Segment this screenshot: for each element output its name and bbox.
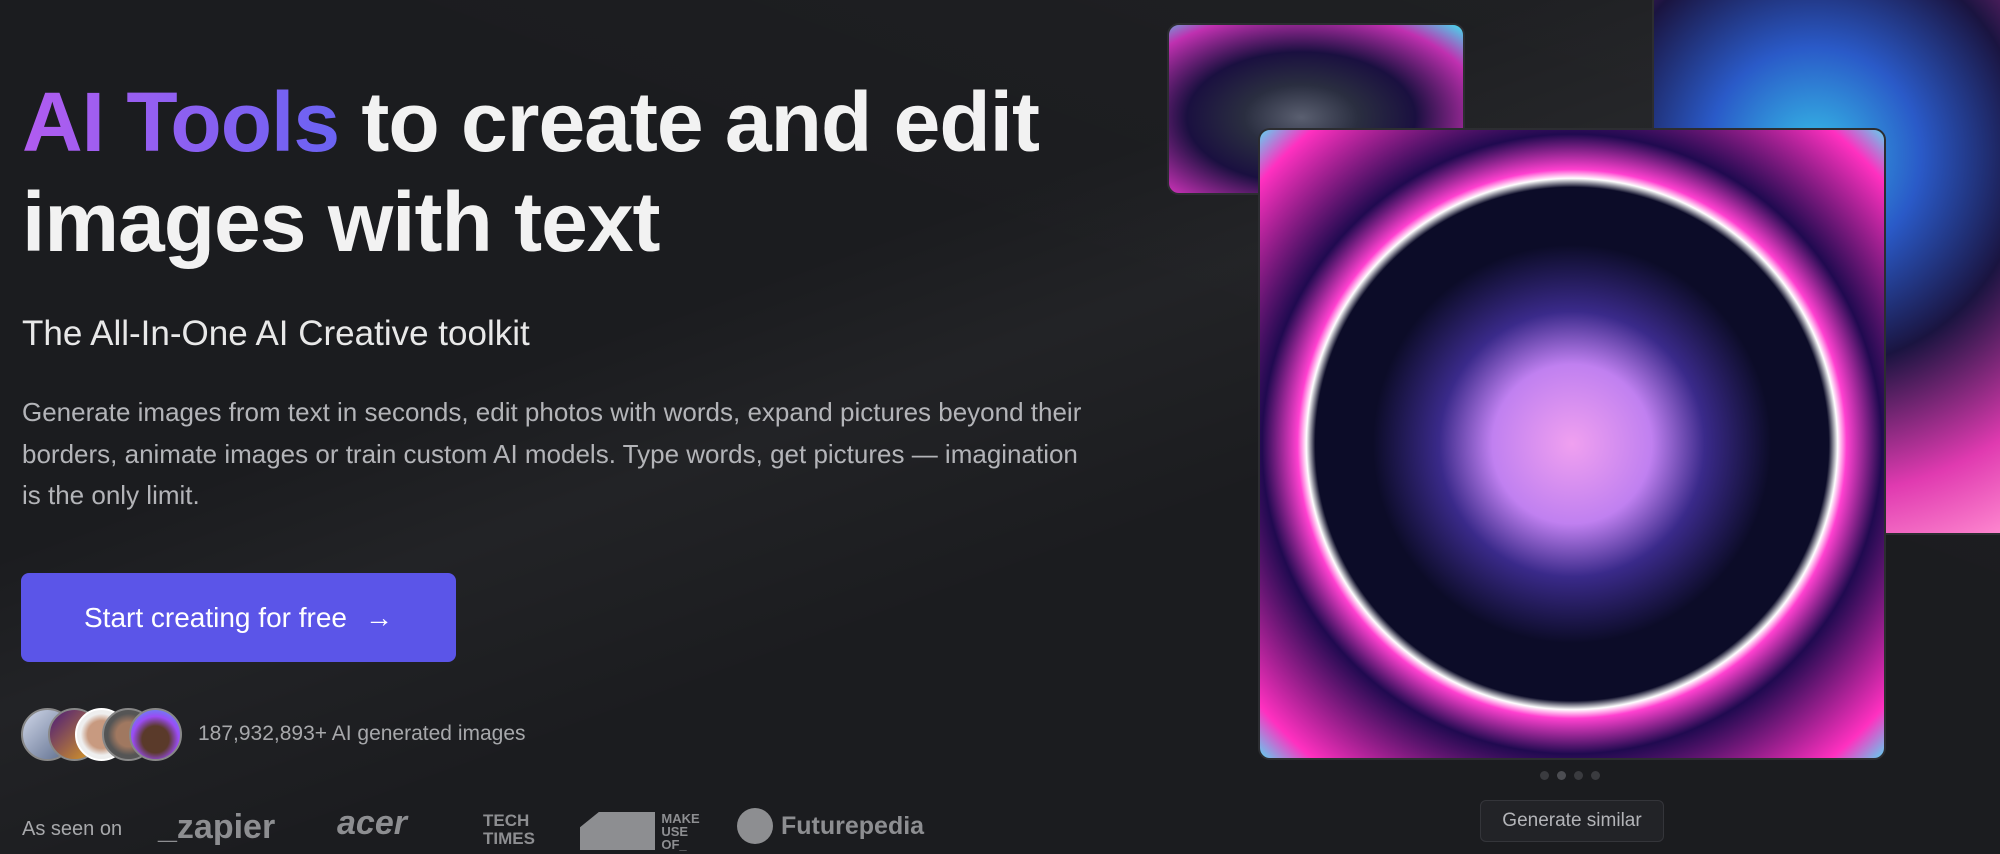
carousel-dot[interactable]	[1574, 771, 1583, 780]
futurepedia-logo: Futurepedia	[737, 808, 924, 844]
avatar-group	[21, 708, 182, 761]
carousel-dot[interactable]	[1591, 771, 1600, 780]
title-accent: AI Tools	[22, 75, 340, 169]
carousel-dot-active[interactable]	[1557, 771, 1566, 780]
futurepedia-icon	[737, 808, 773, 844]
generate-similar-button[interactable]: Generate similar	[1480, 800, 1664, 842]
start-creating-button[interactable]: Start creating for free →	[21, 573, 456, 662]
as-seen-on-label: As seen on	[22, 818, 123, 840]
page-title: AI Tools to create and edit images with …	[22, 72, 1122, 272]
arrow-right-icon: →	[365, 601, 393, 633]
description: Generate images from text in seconds, ed…	[22, 397, 1082, 510]
techtimes-logo: TECH TIMES	[483, 811, 535, 848]
cta-label: Start creating for free	[83, 601, 347, 633]
carousel-dots	[1540, 771, 1600, 780]
gallery-image-main[interactable]	[1258, 128, 1886, 760]
generated-images-count: 187,932,893+ AI generated images	[198, 722, 526, 745]
zapier-logo: _zapier	[158, 808, 276, 846]
makeuseof-logo: MAKE USE OF_	[580, 812, 700, 851]
carousel-dot[interactable]	[1540, 771, 1549, 780]
subtitle: The All-In-One AI Creative toolkit	[22, 314, 530, 353]
avatar	[129, 708, 182, 761]
acer-logo: acer	[337, 804, 407, 842]
